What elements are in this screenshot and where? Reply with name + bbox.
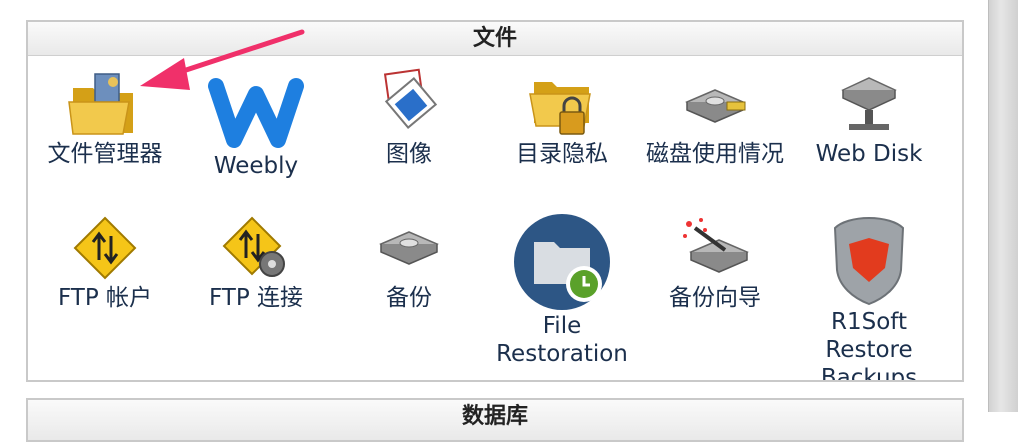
images-icon	[383, 68, 438, 130]
file-restoration-icon	[514, 214, 610, 310]
file-restoration-item[interactable]: File Restoration	[487, 212, 637, 368]
disk-usage-icon	[685, 89, 746, 123]
backup-wizard-label: 备份向导	[669, 285, 761, 311]
images-item[interactable]: 图像	[334, 68, 484, 168]
databases-panel: 数据库	[26, 398, 964, 442]
weebly-label: Weebly	[213, 153, 299, 179]
directory-privacy-item[interactable]: 目录隐私	[487, 68, 637, 168]
web-disk-item[interactable]: Web Disk	[794, 68, 944, 168]
ftp-accounts-label: FTP 帐户	[57, 285, 153, 311]
ftp-accounts-icon	[73, 216, 137, 280]
disk-usage-item[interactable]: 磁盘使用情况	[640, 68, 790, 168]
file-manager-label: 文件管理器	[47, 141, 163, 167]
backup-item[interactable]: 备份	[334, 214, 484, 312]
disk-usage-label: 磁盘使用情况	[646, 141, 784, 167]
weebly-item[interactable]: Weebly	[181, 74, 331, 180]
r1soft-shield-icon	[833, 216, 905, 306]
folder-lock-icon	[529, 82, 591, 135]
page-scrollbar[interactable]	[988, 0, 1018, 412]
backup-wizard-item[interactable]: 备份向导	[640, 214, 790, 312]
databases-section-title: 数据库	[461, 404, 528, 429]
ftp-accounts-item[interactable]: FTP 帐户	[30, 214, 180, 312]
web-disk-label: Web Disk	[815, 141, 923, 167]
ftp-connections-item[interactable]: FTP 连接	[181, 214, 331, 312]
images-label: 图像	[386, 141, 432, 167]
file-restoration-label: File Restoration	[496, 313, 628, 367]
folder-open-icon	[68, 73, 133, 135]
weebly-logo-icon	[208, 78, 304, 148]
ftp-connections-icon	[222, 216, 285, 277]
web-disk-icon	[841, 77, 897, 130]
directory-privacy-label: 目录隐私	[516, 141, 608, 167]
ftp-connections-label: FTP 连接	[208, 285, 304, 311]
backup-wizard-icon	[683, 218, 749, 273]
files-section-title: 文件	[28, 22, 962, 56]
r1soft-restore-item[interactable]: R1Soft Restore Backups	[794, 214, 944, 382]
backup-label: 备份	[386, 285, 432, 311]
files-panel: 文件 文件管理器 Weebly 图像 目录隐私 磁盘使用情况 Web Disk …	[26, 20, 964, 382]
r1soft-restore-label: R1Soft Restore Backups	[820, 309, 918, 382]
file-manager-item[interactable]: 文件管理器	[30, 68, 180, 168]
backup-disk-icon	[379, 231, 439, 265]
